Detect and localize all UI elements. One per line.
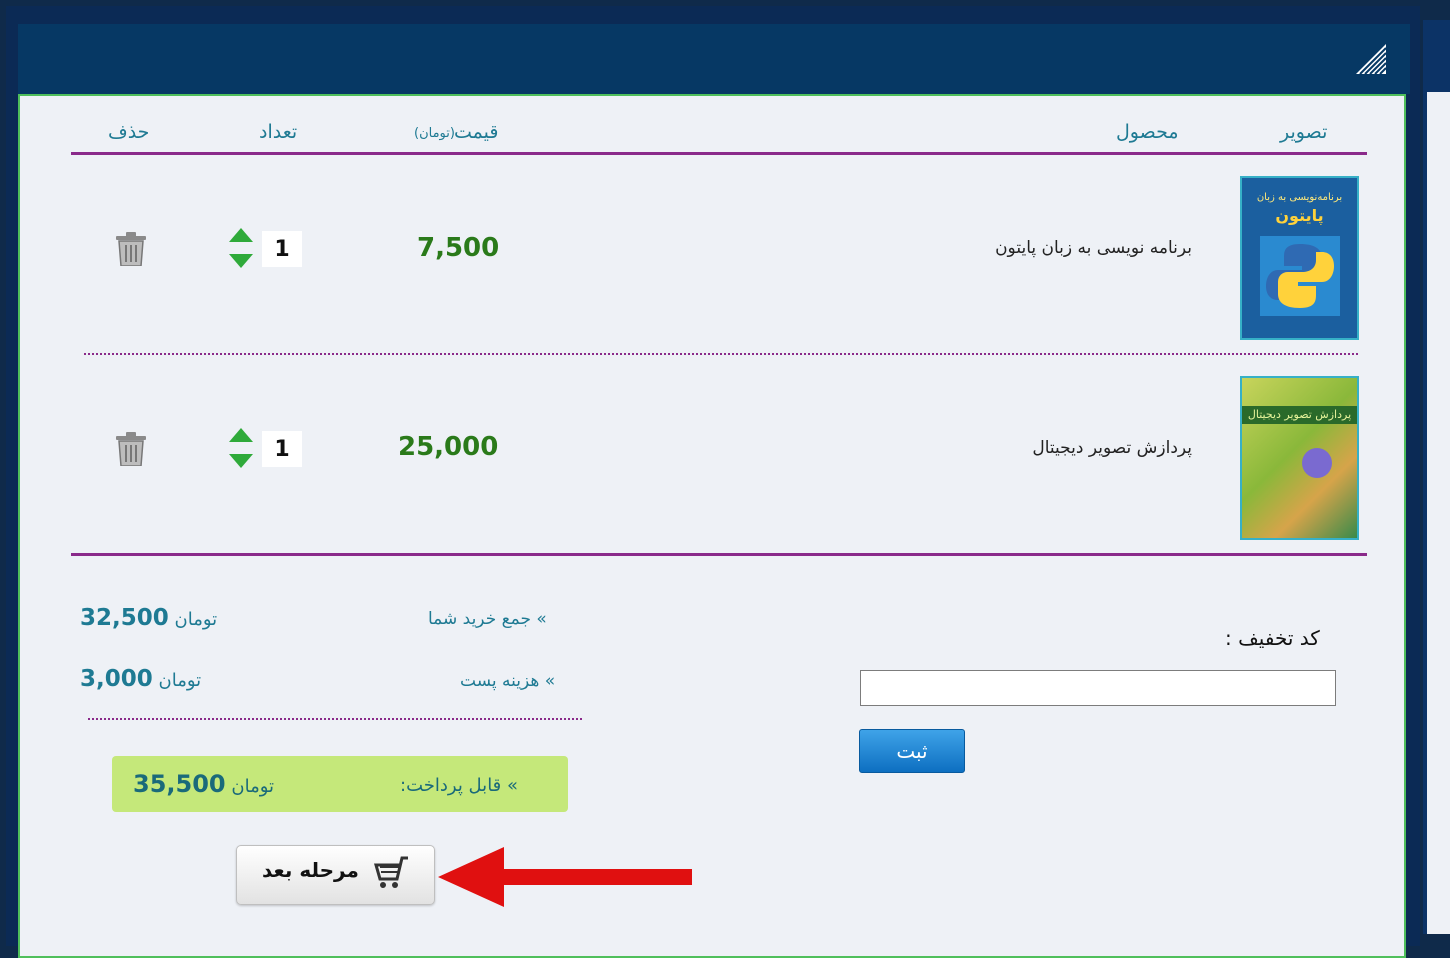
product-image-image-processing[interactable]: پردازش تصویر دیجیتال [1240,376,1359,540]
payable-value: تومان 35,500 [133,770,274,798]
column-header-delete: حذف [108,121,150,143]
trash-icon[interactable] [116,432,146,466]
discount-code-label: کد تخفیف : [1225,626,1320,650]
cover-title: پردازش تصویر دیجیتال [1242,406,1357,424]
header-divider [71,152,1367,155]
shipping-amount: 3,000 [80,666,153,692]
column-header-price-unit: (تومان) [414,126,455,141]
cover-title-line1: برنامه‌نویسی به زبان [1256,192,1343,203]
column-header-price: قیمت [454,121,499,143]
trash-icon[interactable] [116,232,146,266]
shipping-label: » هزینه پست [460,671,556,691]
cover-art [1302,448,1332,478]
currency: تومان [231,776,275,797]
product-name[interactable]: برنامه نویسی به زبان پایتون [930,238,1192,258]
stripes-logo-icon [1352,40,1390,78]
summary-divider [88,718,582,720]
product-image-python[interactable]: برنامه‌نویسی به زبان پایتون [1240,176,1359,340]
discount-code-input[interactable] [860,670,1336,706]
cart-content [18,94,1406,958]
submit-discount-button[interactable]: ثبت [859,729,965,773]
table-bottom-divider [71,553,1367,556]
currency: تومان [174,609,218,630]
quantity-value[interactable]: 1 [262,431,302,467]
side-panel-body [1427,92,1450,934]
cover-title-line2: پایتون [1275,206,1324,225]
column-header-image: تصویر [1280,121,1328,143]
up-down-arrows-icon[interactable] [229,228,253,268]
cart-icon[interactable] [372,855,412,891]
column-header-product: محصول [1116,121,1179,143]
up-down-arrows-icon[interactable] [229,428,253,468]
next-step-label[interactable]: مرحله بعد [262,858,359,882]
product-price: 25,000 [398,432,499,462]
shipping-value: تومان 3,000 [80,666,201,692]
quantity-value[interactable]: 1 [262,231,302,267]
total-amount: 32,500 [80,605,169,631]
red-arrow-icon [438,847,692,907]
total-value: تومان 32,500 [80,605,217,631]
product-price: 7,500 [417,233,500,263]
payable-amount: 35,500 [133,770,226,798]
header-bar [18,24,1410,94]
total-label: » جمع خرید شما [428,609,547,629]
python-logo-icon [1260,236,1340,316]
payable-label: » قابل پرداخت: [400,775,519,796]
product-name[interactable]: پردازش تصویر دیجیتال [930,438,1192,458]
column-header-quantity: تعداد [259,121,298,143]
currency: تومان [158,670,202,691]
row-divider [84,353,1358,355]
